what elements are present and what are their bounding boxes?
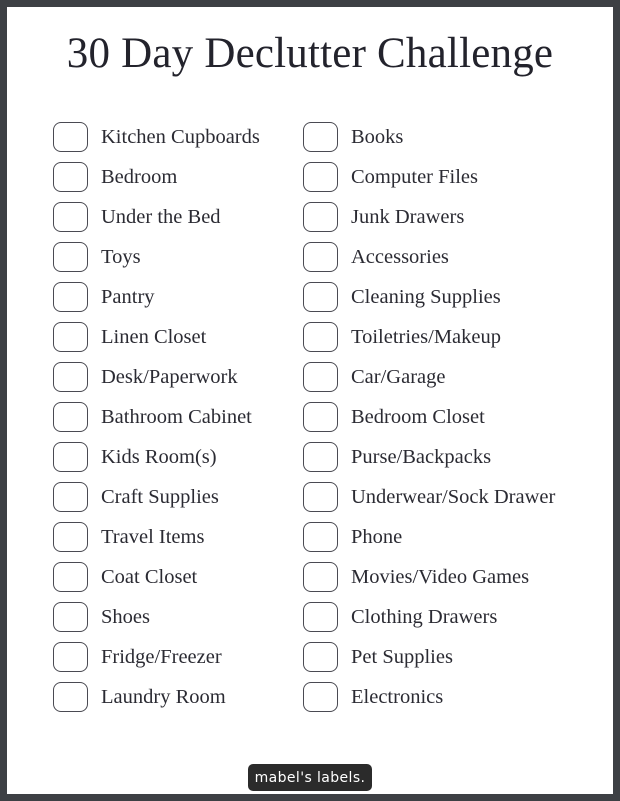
checkbox[interactable] (303, 522, 338, 552)
printable-page: 30 Day Declutter Challenge Kitchen Cupbo… (7, 7, 613, 794)
checkbox[interactable] (303, 682, 338, 712)
checkbox[interactable] (303, 642, 338, 672)
checklist-item-label: Clothing Drawers (351, 605, 498, 628)
checklist-row[interactable]: Pet Supplies (303, 637, 603, 677)
checkbox[interactable] (303, 282, 338, 312)
checklist-column-right: Books Computer Files Junk Drawers Accessori… (303, 117, 603, 717)
checklist-row[interactable]: Coat Closet (53, 557, 303, 597)
checklist-row[interactable]: Bedroom Closet (303, 397, 603, 437)
checkbox[interactable] (53, 642, 88, 672)
checkbox[interactable] (303, 602, 338, 632)
checklist-row[interactable]: Pantry (53, 277, 303, 317)
checklist-item-label: Bedroom (101, 165, 178, 188)
checklist-item-label: Purse/Backpacks (351, 445, 492, 468)
checkbox[interactable] (53, 482, 88, 512)
checkbox[interactable] (53, 682, 88, 712)
checkbox[interactable] (303, 242, 338, 272)
declutter-checklist: Kitchen Cupboards Bedroom Under the Bed Toy… (7, 117, 613, 727)
checklist-row[interactable]: Travel Items (53, 517, 303, 557)
checklist-item-label: Electronics (351, 685, 444, 708)
checkbox[interactable] (303, 122, 338, 152)
checklist-item-label: Accessories (351, 245, 449, 268)
checklist-item-label: Pet Supplies (351, 645, 453, 668)
checkbox[interactable] (53, 402, 88, 432)
checklist-row[interactable]: Bedroom (53, 157, 303, 197)
checklist-item-label: Bathroom Cabinet (101, 405, 252, 428)
page-title: 30 Day Declutter Challenge (66, 30, 554, 77)
checklist-row[interactable]: Accessories (303, 237, 603, 277)
checklist-row[interactable]: Electronics (303, 677, 603, 717)
checklist-item-label: Cleaning Supplies (351, 285, 501, 308)
checkbox[interactable] (303, 162, 338, 192)
checklist-item-label: Junk Drawers (351, 205, 465, 228)
checklist-item-label: Computer Files (351, 165, 478, 188)
checklist-row[interactable]: Clothing Drawers (303, 597, 603, 637)
checklist-row[interactable]: Shoes (53, 597, 303, 637)
checklist-item-label: Books (351, 125, 404, 148)
checklist-row[interactable]: Computer Files (303, 157, 603, 197)
checklist-row[interactable]: Movies/Video Games (303, 557, 603, 597)
checklist-row[interactable]: Linen Closet (53, 317, 303, 357)
checkbox[interactable] (53, 282, 88, 312)
checklist-row[interactable]: Fridge/Freezer (53, 637, 303, 677)
checkbox[interactable] (53, 562, 88, 592)
checklist-row[interactable]: Underwear/Sock Drawer (303, 477, 603, 517)
checklist-item-label: Toiletries/Makeup (351, 325, 501, 348)
checklist-item-label: Linen Closet (101, 325, 207, 348)
checklist-column-left: Kitchen Cupboards Bedroom Under the Bed Toy… (53, 117, 303, 717)
checklist-row[interactable]: Craft Supplies (53, 477, 303, 517)
checklist-row[interactable]: Books (303, 117, 603, 157)
checklist-item-label: Movies/Video Games (351, 565, 530, 588)
checklist-item-label: Bedroom Closet (351, 405, 485, 428)
checkbox[interactable] (303, 402, 338, 432)
checklist-row[interactable]: Phone (303, 517, 603, 557)
checklist-item-label: Under the Bed (101, 205, 221, 228)
checkbox[interactable] (303, 442, 338, 472)
checklist-item-label: Travel Items (101, 525, 205, 548)
checkbox[interactable] (53, 602, 88, 632)
checklist-row[interactable]: Kitchen Cupboards (53, 117, 303, 157)
checkbox[interactable] (53, 202, 88, 232)
checkbox[interactable] (53, 522, 88, 552)
logo-text: mabel's labels. (254, 769, 366, 786)
checklist-row[interactable]: Cleaning Supplies (303, 277, 603, 317)
checkbox[interactable] (303, 322, 338, 352)
checklist-row[interactable]: Car/Garage (303, 357, 603, 397)
checklist-item-label: Laundry Room (101, 685, 226, 708)
checklist-item-label: Coat Closet (101, 565, 198, 588)
checklist-item-label: Phone (351, 525, 403, 548)
checklist-row[interactable]: Under the Bed (53, 197, 303, 237)
mabels-labels-logo: mabel's labels. (248, 764, 372, 791)
checkbox[interactable] (303, 362, 338, 392)
checkbox[interactable] (53, 122, 88, 152)
checklist-item-label: Toys (101, 245, 141, 268)
checklist-item-label: Kitchen Cupboards (101, 125, 260, 148)
checklist-item-label: Pantry (101, 285, 155, 308)
checklist-row[interactable]: Laundry Room (53, 677, 303, 717)
checklist-row[interactable]: Toys (53, 237, 303, 277)
checklist-row[interactable]: Bathroom Cabinet (53, 397, 303, 437)
checklist-row[interactable]: Purse/Backpacks (303, 437, 603, 477)
checklist-row[interactable]: Junk Drawers (303, 197, 603, 237)
checklist-row[interactable]: Toiletries/Makeup (303, 317, 603, 357)
checkbox[interactable] (53, 242, 88, 272)
checklist-item-label: Desk/Paperwork (101, 365, 238, 388)
checkbox[interactable] (303, 202, 338, 232)
checkbox[interactable] (303, 482, 338, 512)
checklist-row[interactable]: Kids Room(s) (53, 437, 303, 477)
checklist-item-label: Car/Garage (351, 365, 446, 388)
checkbox[interactable] (53, 162, 88, 192)
checklist-item-label: Fridge/Freezer (101, 645, 222, 668)
checklist-item-label: Shoes (101, 605, 150, 628)
checklist-item-label: Craft Supplies (101, 485, 219, 508)
checklist-row[interactable]: Desk/Paperwork (53, 357, 303, 397)
checkbox[interactable] (53, 322, 88, 352)
checklist-item-label: Underwear/Sock Drawer (351, 485, 556, 508)
checkbox[interactable] (53, 442, 88, 472)
checkbox[interactable] (303, 562, 338, 592)
checkbox[interactable] (53, 362, 88, 392)
checklist-item-label: Kids Room(s) (101, 445, 217, 468)
